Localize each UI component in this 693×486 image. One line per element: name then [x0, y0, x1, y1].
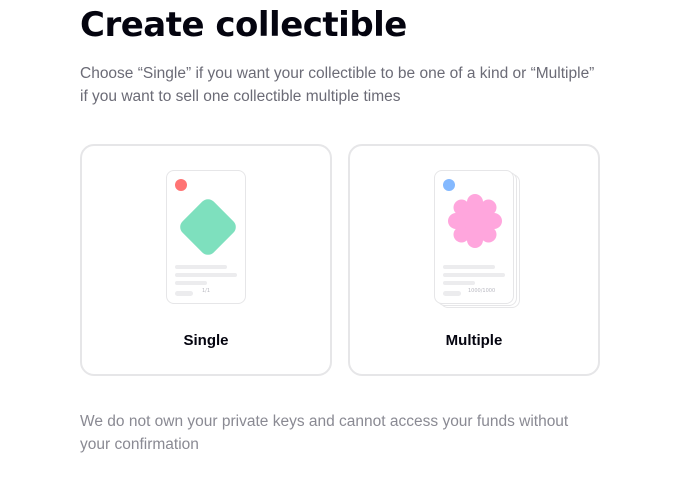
single-option-label: Single: [183, 332, 229, 349]
page-title: Create collectible: [80, 5, 407, 45]
single-preview-card: 1/1: [166, 170, 246, 304]
preview-pill: [175, 291, 193, 296]
preview-line: [443, 265, 495, 269]
page-subtitle: Choose “Single” if you want your collect…: [80, 65, 595, 105]
preview-edition-count: 1/1: [202, 288, 211, 294]
diamond-shape-icon: [176, 195, 240, 259]
red-dot-icon: [175, 179, 187, 191]
preview-edition-count: 1000/1000: [468, 288, 496, 294]
multiple-option-label: Multiple: [445, 332, 503, 349]
preview-line: [175, 281, 207, 285]
preview-line: [443, 281, 475, 285]
multiple-preview-card: 1000/1000: [434, 170, 514, 304]
preview-pill: [443, 291, 461, 296]
security-note: We do not own your private keys and cann…: [80, 413, 569, 453]
flower-shape-icon: [448, 194, 502, 248]
multiple-option-card[interactable]: 1000/1000 Multiple: [348, 144, 600, 376]
blue-dot-icon: [443, 179, 455, 191]
preview-line: [175, 265, 227, 269]
create-collectible-page: Create collectible Choose “Single” if yo…: [0, 0, 693, 486]
single-option-card[interactable]: 1/1 Single: [80, 144, 332, 376]
preview-line: [443, 273, 505, 277]
preview-line: [175, 273, 237, 277]
